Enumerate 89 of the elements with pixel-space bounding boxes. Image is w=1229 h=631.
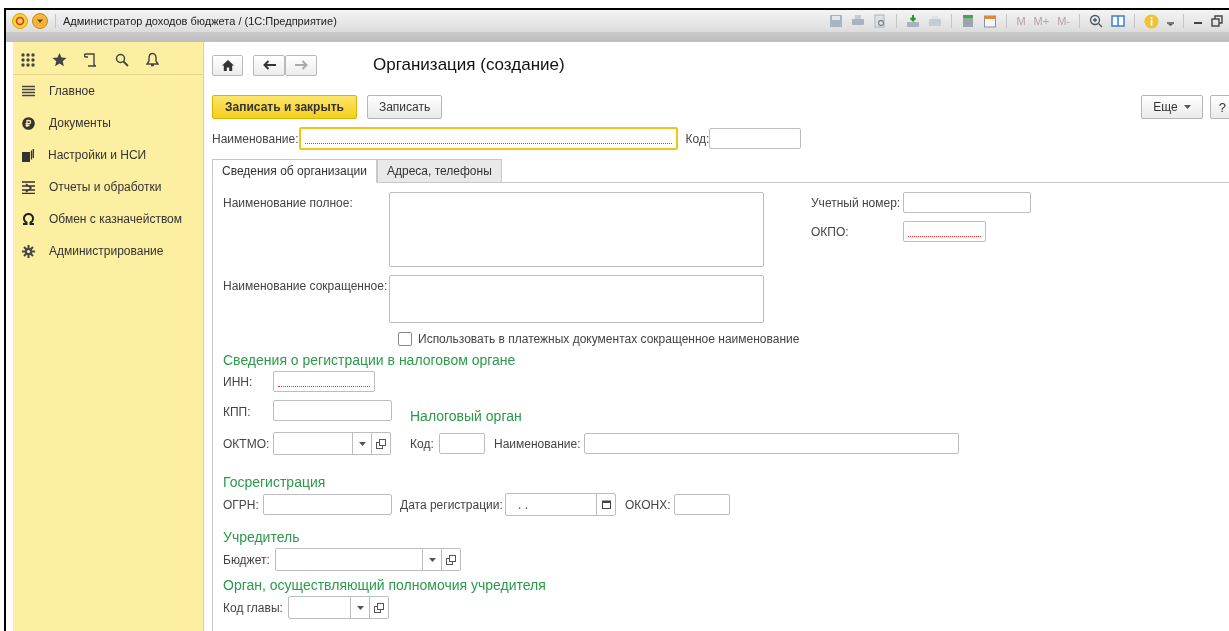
field-label: ОГРН: [223, 497, 260, 512]
input-field[interactable] [263, 494, 392, 515]
section-heading: Налоговый орган [410, 408, 522, 424]
search-icon[interactable] [115, 52, 129, 67]
caret-icon [358, 441, 366, 446]
history-icon[interactable] [84, 52, 98, 67]
sidebar-item[interactable]: Администрирование [49, 244, 164, 258]
sidebar-item[interactable]: Документы [49, 116, 111, 130]
gear-icon [22, 244, 35, 258]
input-field[interactable] [903, 221, 986, 242]
caret-icon [356, 605, 364, 610]
save-and-close-button[interactable]: Записать и закрыть [212, 95, 357, 119]
documents-icon [22, 148, 34, 162]
field-label: Бюджет: [223, 552, 271, 567]
preview-icon[interactable] [873, 14, 888, 28]
sidebar-item[interactable]: Главное [49, 84, 95, 98]
tab[interactable]: Адреса, телефоны [376, 159, 502, 183]
combo-field[interactable] [273, 432, 391, 455]
print-icon[interactable] [851, 14, 866, 28]
menu-dropdown-icon[interactable] [32, 13, 48, 29]
field-label: Учетный номер: [811, 195, 902, 210]
input-field[interactable] [273, 400, 392, 421]
calendar-icon [601, 500, 611, 509]
zoom-icon[interactable] [1089, 14, 1103, 28]
calendar-icon[interactable] [983, 14, 998, 28]
section-heading: Учредитель [223, 529, 301, 545]
open-icon [376, 438, 386, 449]
save-button[interactable]: Записать [366, 95, 443, 119]
field-label: ИНН: [223, 374, 254, 389]
input-field[interactable] [903, 192, 1031, 213]
logo-icon[interactable] [12, 13, 28, 29]
field-label: КПП: [223, 405, 252, 421]
open-icon [374, 602, 384, 613]
save-icon[interactable] [829, 14, 844, 28]
field-label: ОКТМО: [223, 436, 271, 451]
input-field[interactable] [584, 433, 959, 454]
sidebar-item[interactable]: Обмен с казначейством [49, 212, 183, 226]
field-label: Код: [685, 131, 710, 146]
field-label: Наименование: [212, 131, 299, 146]
caret-icon [428, 557, 436, 562]
field-label: ОКПО: [811, 224, 850, 239]
combo-field[interactable] [275, 548, 461, 571]
field-label: Дата регистрации: [400, 497, 504, 512]
open-icon [446, 554, 456, 565]
section-heading: Сведения о регистрации в налоговом органе [223, 352, 517, 368]
checkbox-label: Использовать в платежных документах сокращенное наименование [418, 332, 800, 346]
list-icon [22, 85, 35, 97]
field-label: Код: [410, 436, 435, 451]
input-field[interactable] [439, 433, 485, 454]
form-title: Организация (создание) [373, 55, 565, 75]
tab[interactable]: Сведения об организации [212, 159, 377, 183]
field-label: Код главы: [223, 600, 284, 615]
input-field[interactable] [709, 128, 802, 149]
text-area[interactable] [389, 192, 764, 267]
omega-icon [22, 213, 35, 225]
text-area[interactable] [389, 275, 764, 323]
input-field[interactable] [298, 127, 678, 150]
restore-icon[interactable] [1211, 15, 1223, 27]
home-button[interactable] [212, 54, 243, 76]
sidebar-item[interactable]: Настройки и НСИ [48, 148, 147, 162]
section-heading: Орган, осуществляющий полномочия учредителя [223, 577, 547, 593]
ruble-icon [22, 116, 35, 130]
combo-field[interactable] [288, 596, 389, 619]
report-icon [22, 180, 35, 194]
calculator-icon[interactable] [961, 14, 976, 28]
section-heading: Госрегистрация [223, 474, 327, 490]
input-field[interactable] [674, 494, 730, 515]
date-field[interactable]: . . [505, 493, 616, 516]
import-icon[interactable] [906, 14, 921, 28]
input-field[interactable] [273, 371, 375, 392]
field-label: Наименование полное: [223, 195, 354, 212]
sidebar-item[interactable]: Отчеты и обработки [49, 180, 162, 194]
checkbox[interactable] [398, 332, 412, 346]
more-button[interactable]: Еще [1141, 95, 1203, 119]
right-arrow-icon [294, 60, 308, 70]
panels-icon[interactable] [1111, 14, 1125, 28]
back-button[interactable] [253, 54, 285, 76]
field-label: ОКОНХ: [625, 497, 672, 512]
info-icon[interactable] [1144, 13, 1159, 29]
help-button[interactable]: ? [1209, 95, 1229, 119]
apps-grid-icon[interactable] [21, 52, 35, 67]
star-icon[interactable] [52, 52, 67, 67]
caret-icon [1183, 105, 1191, 109]
bell-icon[interactable] [146, 52, 159, 67]
left-arrow-icon [262, 60, 276, 70]
field-label: Наименование сокращенное: [223, 278, 389, 295]
field-label: Наименование: [494, 436, 582, 451]
window-title: Администратор доходов бюджета / (1С:Предприятие) [63, 15, 337, 27]
home-icon [221, 59, 234, 71]
